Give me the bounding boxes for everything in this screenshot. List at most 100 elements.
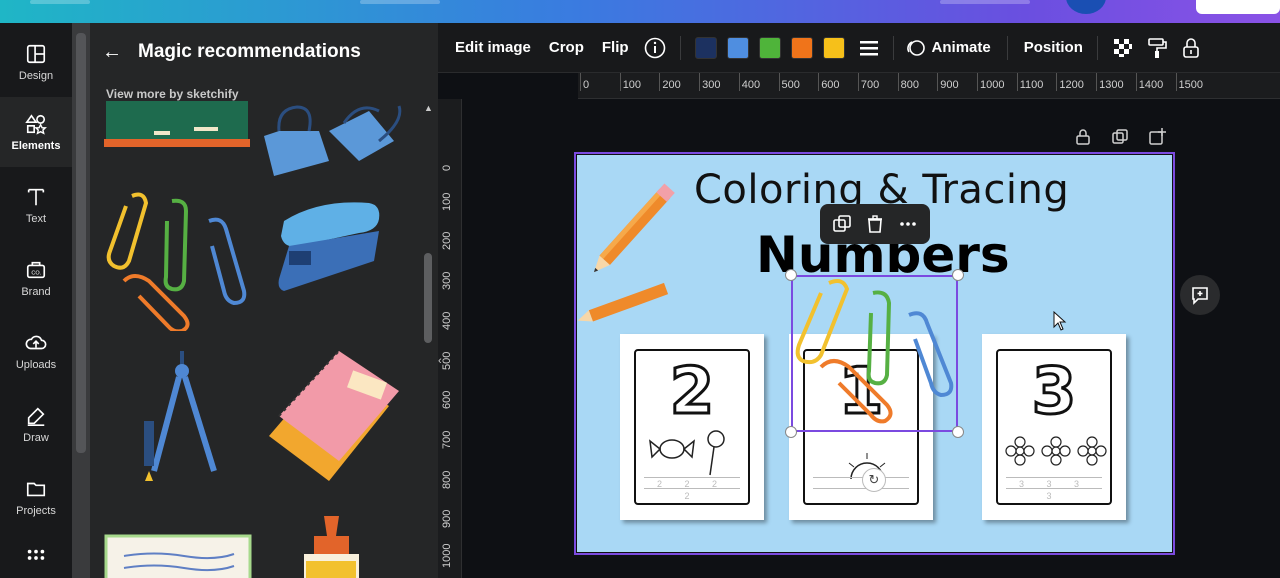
- ruler-tick-label: 900: [441, 509, 453, 529]
- top-header-bar: [0, 0, 1280, 23]
- color-swatch-orange[interactable]: [790, 36, 813, 59]
- resize-handle-tl[interactable]: [785, 269, 797, 281]
- rail-item-apps[interactable]: [0, 543, 72, 577]
- ruler-tick-label: 500: [778, 73, 800, 91]
- element-grid: [104, 101, 414, 578]
- ruler-tick-label: 1100: [1016, 73, 1044, 91]
- left-rail: Design Elements Text CO. Brand Uploads D…: [0, 23, 72, 578]
- animate-button[interactable]: Animate: [932, 39, 991, 56]
- folder-icon: [26, 482, 46, 496]
- rail-item-elements[interactable]: Elements: [0, 97, 72, 167]
- duplicate-icon[interactable]: [832, 214, 852, 234]
- panel-scrollbar[interactable]: ▲: [422, 103, 434, 578]
- collapse-panel-arrow-icon[interactable]: ‹: [438, 355, 450, 367]
- resize-handle-tr[interactable]: [952, 269, 964, 281]
- trash-icon[interactable]: [865, 214, 885, 234]
- rail-label: Projects: [16, 504, 56, 517]
- resize-handle-bl[interactable]: [785, 426, 797, 438]
- tracing-lines: 3 3 3 3: [1006, 477, 1102, 501]
- back-arrow-icon[interactable]: ←: [102, 41, 122, 64]
- edit-image-button[interactable]: Edit image: [455, 39, 531, 56]
- rail-item-brand[interactable]: CO. Brand: [0, 243, 72, 313]
- panel-title: Magic recommendations: [138, 41, 361, 62]
- color-swatch-yellow[interactable]: [822, 36, 845, 59]
- position-button[interactable]: Position: [1024, 39, 1083, 56]
- binder-clips-element[interactable]: [259, 101, 409, 181]
- duplicate-page-icon[interactable]: [1111, 128, 1129, 146]
- tracing-lines: [813, 477, 909, 489]
- avatar[interactable]: [1066, 0, 1106, 14]
- ruler-tick-label: 900: [937, 73, 959, 91]
- ruler-tick-label: 100: [619, 73, 642, 91]
- scrollbar-thumb[interactable]: [424, 253, 432, 343]
- color-swatch-green[interactable]: [758, 36, 781, 59]
- rail-label: Elements: [11, 139, 61, 152]
- ruler-tick-label: 600: [441, 390, 453, 410]
- paint-roller-icon[interactable]: [1146, 37, 1168, 59]
- ruler-tick-label: 1000: [441, 543, 453, 568]
- text-icon: [27, 188, 45, 205]
- rotate-handle-icon[interactable]: ↻: [862, 468, 886, 492]
- element-floating-toolbar: [820, 204, 930, 244]
- rail-item-draw[interactable]: Draw: [0, 389, 72, 459]
- rail-item-design[interactable]: Design: [0, 27, 72, 97]
- ruler-tick-label: 800: [897, 73, 919, 91]
- card-frame: 2 2 2 2 2: [634, 349, 750, 505]
- worksheet-card-2[interactable]: 2 2 2 2 2: [620, 334, 764, 520]
- lock-icon[interactable]: [1180, 37, 1202, 59]
- ruler-tick-label: 1000: [976, 73, 1005, 91]
- crop-button[interactable]: Crop: [549, 39, 584, 56]
- share-button[interactable]: [1196, 0, 1280, 14]
- candy-lollipop-icon: [649, 430, 725, 476]
- glue-bottle-element[interactable]: [284, 516, 384, 578]
- worksheet-card-3[interactable]: 3 3 3 3 3: [982, 334, 1126, 520]
- flowers-icon: [1005, 436, 1107, 466]
- comment-plus-icon: [1192, 287, 1208, 305]
- pencils-graphic[interactable]: [577, 170, 687, 330]
- ruler-tick-label: 700: [441, 430, 453, 449]
- resize-handle-br[interactable]: [952, 426, 964, 438]
- rail-item-uploads[interactable]: Uploads: [0, 316, 72, 386]
- animate-icon: [906, 39, 925, 56]
- rail-label: Brand: [21, 285, 51, 298]
- card-frame: 3 3 3 3 3: [996, 349, 1112, 505]
- ruler-tick-label: 100: [441, 192, 453, 211]
- open-notebook-element[interactable]: [104, 521, 254, 578]
- line-weight-icon[interactable]: [859, 39, 879, 57]
- ruler-tick-label: 1300: [1096, 73, 1124, 91]
- ruler-tick-label: 800: [441, 470, 453, 489]
- add-comment-button[interactable]: [1180, 275, 1220, 315]
- notebooks-element[interactable]: [259, 346, 409, 496]
- context-toolbar: Edit image Crop Flip Animate Position: [438, 23, 1280, 73]
- ruler-tick-label: 200: [441, 232, 453, 251]
- divider: [1006, 35, 1008, 60]
- apps-grid-icon: [27, 549, 45, 560]
- info-icon[interactable]: [644, 37, 666, 59]
- rail-item-projects[interactable]: Projects: [0, 462, 72, 532]
- card-number: 2: [668, 354, 716, 431]
- rail-label: Uploads: [15, 358, 57, 371]
- color-swatch-blue[interactable]: [726, 36, 749, 59]
- compass-element[interactable]: [104, 341, 254, 491]
- transparency-icon[interactable]: [1112, 37, 1134, 59]
- add-page-icon[interactable]: [1148, 128, 1166, 146]
- panel-header: ← Magic recommendations: [102, 39, 361, 65]
- menu-remnant: [360, 0, 440, 4]
- ruler-tick-label: 1200: [1056, 73, 1084, 91]
- ruler-tick-label: 1400: [1135, 73, 1164, 91]
- view-more-link[interactable]: View more by sketchify: [106, 87, 239, 101]
- rail-item-text[interactable]: Text: [0, 170, 72, 240]
- divider: [892, 35, 894, 60]
- menu-remnant: [940, 0, 1030, 4]
- flip-button[interactable]: Flip: [602, 39, 629, 56]
- more-options-icon[interactable]: [898, 214, 918, 234]
- pen-icon: [27, 406, 45, 426]
- lock-page-icon[interactable]: [1074, 128, 1092, 146]
- scroll-up-arrow-icon[interactable]: ▲: [424, 103, 433, 113]
- ruler-tick-label: 600: [818, 73, 840, 91]
- paper-clips-element[interactable]: [104, 191, 254, 331]
- stapler-element[interactable]: [259, 191, 409, 311]
- color-swatch-navy[interactable]: [694, 36, 717, 59]
- chalkboard-element[interactable]: [104, 101, 254, 171]
- ruler-tick-label: 700: [857, 73, 880, 91]
